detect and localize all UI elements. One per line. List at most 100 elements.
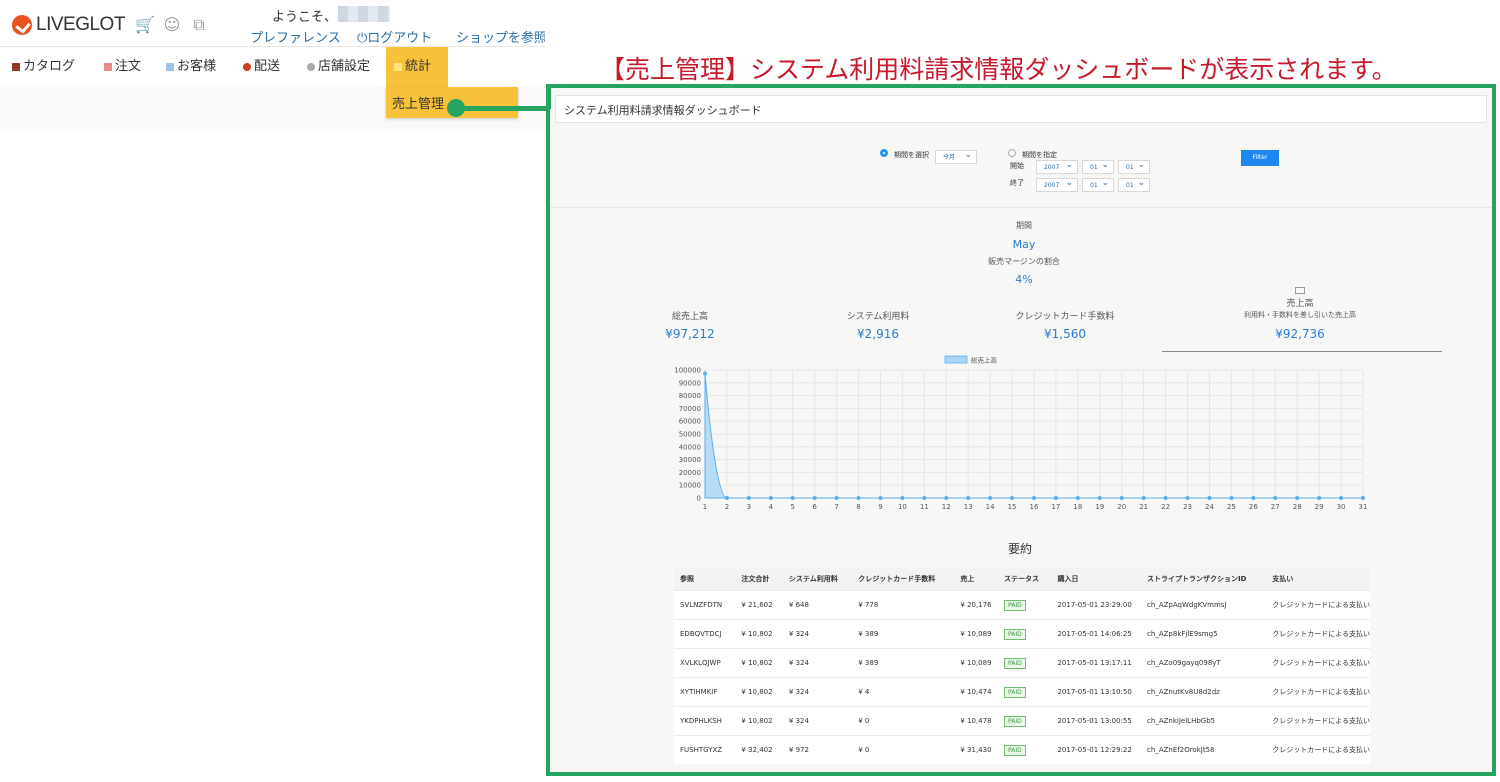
data-point	[966, 496, 971, 500]
status-badge: PAID	[1004, 657, 1026, 669]
summary-table: 参照 注文合計 システム利用料 クレジットカード手数料 売上 ステータス 購入日…	[674, 568, 1370, 764]
data-point	[1119, 496, 1124, 500]
nav-label: 統計	[405, 59, 432, 74]
y-tick-label: 60000	[679, 418, 701, 426]
table-cell: 2017-05-01 23:29:00	[1051, 590, 1142, 620]
x-tick-label: 14	[986, 503, 995, 511]
y-tick-label: 90000	[679, 379, 701, 387]
shipping-icon	[243, 62, 251, 71]
data-point	[1185, 496, 1190, 500]
y-tick-label: 0	[697, 495, 701, 503]
period-select[interactable]: 今月	[935, 149, 977, 164]
start-year-select[interactable]: 2007	[1036, 159, 1078, 174]
table-cell: 2017-05-01 12:29:22	[1051, 735, 1142, 764]
table-row: FUSHTGYXZ ¥ 32,402 ¥ 972 ¥ 0 ¥ 31,430 PAID 201…	[674, 735, 1370, 764]
table-header-row: 参照 注文合計 システム利用料 クレジットカード手数料 売上 ステータス 購入日…	[674, 568, 1370, 591]
end-year-select[interactable]: 2007	[1036, 177, 1078, 192]
y-tick-label: 50000	[679, 431, 701, 439]
shop-link[interactable]: ショップを参照	[456, 27, 545, 46]
margin-value: 4%	[1015, 273, 1033, 286]
stat-card-fee-value: ¥1,560	[1044, 327, 1086, 341]
table-cell: 2017-05-01 14:06:25	[1051, 619, 1142, 649]
nav-item-customers[interactable]: お客様	[166, 47, 216, 87]
filter-button[interactable]: Filter	[1241, 150, 1279, 166]
specify-period-radio[interactable]	[1008, 149, 1016, 157]
nav-item-store-settings[interactable]: 店舗設定	[307, 47, 370, 87]
table-cell: XVLKLQJWP	[674, 648, 736, 678]
nav-label: お客様	[177, 59, 217, 74]
stat-system-fee-value: ¥2,916	[857, 327, 899, 341]
windows-icon[interactable]: ⧉	[190, 16, 208, 34]
x-tick-label: 26	[1249, 503, 1258, 511]
table-cell: ¥ 389	[852, 648, 955, 678]
status-badge: PAID	[1004, 628, 1026, 640]
annotation-caption: 【売上管理】システム利用料請求情報ダッシュボードが表示されます。	[600, 55, 1397, 84]
cart-icon[interactable]: 🛒	[135, 16, 155, 34]
nav-item-catalog[interactable]: カタログ	[12, 47, 75, 87]
welcome-text: ようこそ、	[272, 10, 338, 25]
table-cell: PAID	[998, 677, 1052, 707]
blurred-username	[338, 6, 390, 22]
table-cell: ¥ 972	[782, 735, 853, 764]
power-icon: ⏻	[357, 31, 368, 46]
table-cell: ch_AZnkiJelLHbGb5	[1141, 706, 1267, 736]
table-cell: YKDPHLKSH	[674, 706, 736, 736]
user-icon[interactable]: ☺	[163, 16, 181, 34]
table-cell: ch_AZo09gayq098yT	[1141, 648, 1267, 678]
data-point	[1075, 496, 1080, 500]
table-cell: ¥ 10,089	[954, 648, 999, 678]
margin-label: 販売マージンの割合	[988, 257, 1060, 266]
logout-link[interactable]: ⏻ログアウト	[357, 27, 432, 46]
x-tick-label: 22	[1161, 503, 1170, 511]
x-tick-label: 23	[1183, 503, 1192, 511]
table-cell: PAID	[998, 735, 1052, 764]
nav-item-statistics[interactable]: 統計	[386, 47, 448, 87]
orders-icon	[104, 62, 112, 71]
x-tick-label: 31	[1359, 503, 1368, 511]
separator	[550, 207, 1492, 208]
nav-item-shipping[interactable]: 配送	[243, 47, 280, 87]
select-period-label: 期間を選択	[894, 151, 929, 159]
data-point	[746, 496, 751, 500]
nav-label: 店舗設定	[318, 59, 371, 74]
y-tick-label: 70000	[679, 405, 701, 413]
table-cell: FUSHTGYXZ	[674, 735, 736, 764]
table-cell: クレジットカードによる支払い	[1266, 735, 1370, 764]
data-point	[812, 496, 817, 500]
col-header: 支払い	[1266, 568, 1370, 591]
stat-net-sales-value: ¥92,736	[1275, 327, 1325, 341]
customers-icon	[166, 62, 174, 71]
top-header: LIVEGLOT 🛒 ☺ ⧉ ようこそ、 プレファレンス ⏻ログアウト ショップ…	[0, 0, 545, 46]
dashboard-panel: システム利用料請求情報ダッシュボード 期間を選択 今月 期間を指定 開始 200…	[546, 84, 1496, 776]
dashboard-titlebar: システム利用料請求情報ダッシュボード	[555, 95, 1487, 123]
sales-area-chart: 0 10000 20000 30000 40000 50000 60000 70000 8000…	[674, 356, 1368, 512]
table-cell: ¥ 10,802	[735, 648, 783, 678]
table-cell: ch_AZnEf2OrokJt58	[1141, 735, 1267, 764]
start-day-select[interactable]: 01	[1118, 159, 1150, 174]
data-point	[1317, 496, 1322, 500]
col-header: システム利用料	[782, 568, 853, 591]
select-period-radio[interactable]	[880, 149, 888, 157]
start-month-select[interactable]: 01	[1082, 159, 1114, 174]
data-point	[1361, 496, 1365, 500]
col-header: ステータス	[998, 568, 1052, 591]
table-cell: ¥ 324	[782, 677, 853, 707]
end-month-select[interactable]: 01	[1082, 177, 1114, 192]
data-point	[1163, 496, 1168, 500]
nav-label: カタログ	[23, 59, 76, 74]
table-cell: ¥ 10,802	[735, 706, 783, 736]
specify-period-label: 期間を指定	[1022, 151, 1057, 159]
table-cell: ¥ 32,402	[735, 735, 783, 764]
nav-item-orders[interactable]: 注文	[104, 47, 141, 87]
preferences-link[interactable]: プレファレンス	[250, 27, 341, 46]
table-row: YKDPHLKSH ¥ 10,802 ¥ 324 ¥ 0 ¥ 10,478 PAID 201…	[674, 706, 1370, 736]
statistics-icon	[394, 62, 402, 71]
x-tick-label: 6	[812, 503, 817, 511]
data-point	[1141, 496, 1146, 500]
x-tick-label: 24	[1205, 503, 1214, 511]
table-row: SVLNZFDTN ¥ 21,602 ¥ 648 ¥ 778 ¥ 20,176 PAID 2…	[674, 590, 1370, 620]
table-cell: クレジットカードによる支払い	[1266, 677, 1370, 707]
end-day-select[interactable]: 01	[1118, 177, 1150, 192]
x-tick-label: 10	[898, 503, 907, 511]
table-cell: PAID	[998, 590, 1052, 620]
